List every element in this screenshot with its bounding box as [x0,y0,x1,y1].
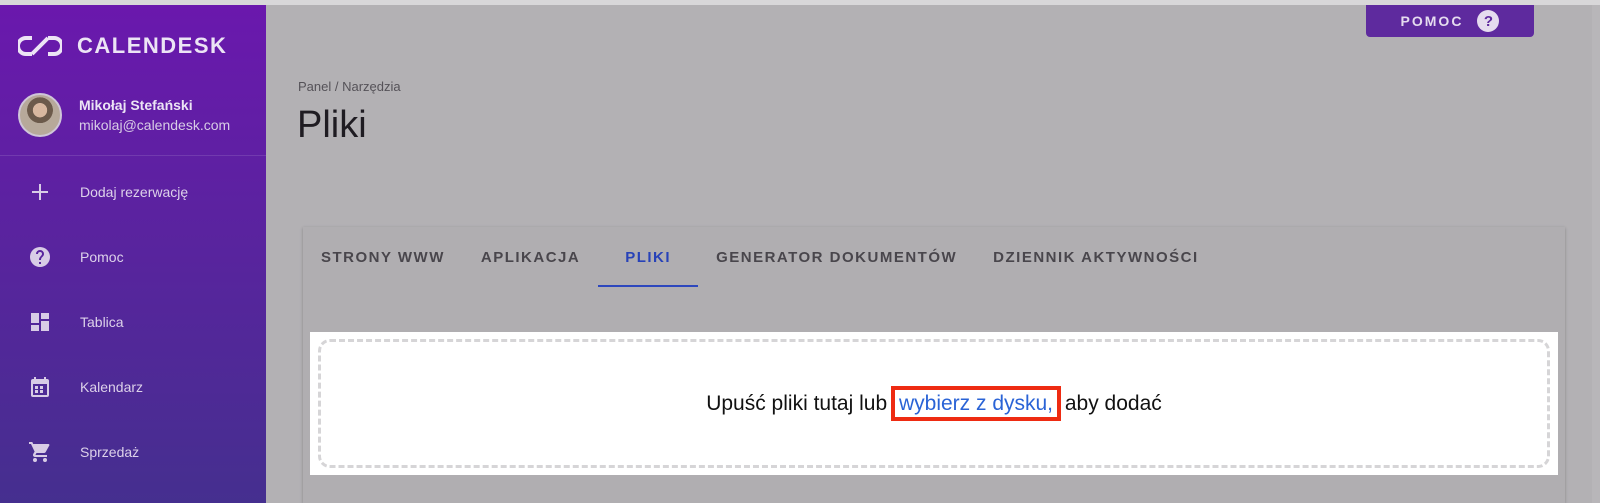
tab-bar: STRONY WWW APLIKACJA PLIKI GENERATOR DOK… [303,227,1217,287]
user-name: Mikołaj Stefański [79,97,193,113]
tab-websites[interactable]: STRONY WWW [303,227,463,287]
tab-application[interactable]: APLIKACJA [463,227,598,287]
sidebar-item-label: Tablica [80,314,124,330]
sidebar-item-sales[interactable]: Sprzedaż [0,432,266,472]
logo-text: CALENDESK [77,33,228,58]
sidebar-item-label: Kalendarz [80,379,144,395]
help-button[interactable]: POMOC ? [1366,5,1534,37]
dropzone-text-before: Upuść pliki tutaj lub [706,391,888,415]
tab-activity-log[interactable]: DZIENNIK AKTYWNOŚCI [975,227,1216,287]
page-title: Pliki [297,104,367,146]
sidebar: CALENDESK Mikołaj Stefański mikolaj@cale… [0,5,266,503]
sidebar-item-dashboard[interactable]: Tablica [0,302,266,342]
calendesk-logo-icon [18,36,62,56]
help-circle-icon: ? [1477,10,1500,32]
sidebar-item-label: Dodaj rezerwację [80,184,189,200]
sidebar-item-calendar[interactable]: Kalendarz [0,367,266,407]
plus-icon [28,180,52,204]
sidebar-item-add-booking[interactable]: Dodaj rezerwację [0,172,266,212]
cart-icon [28,440,52,464]
calendar-icon [28,375,52,399]
avatar[interactable] [18,93,62,137]
help-button-label: POMOC [1400,13,1464,29]
dashboard-icon [28,310,52,334]
user-profile[interactable]: Mikołaj Stefański mikolaj@calendesk.com [18,93,230,137]
dropzone-text-after: aby dodać [1064,391,1162,415]
sidebar-item-label: Pomoc [80,249,124,265]
dropzone-text: Upuść pliki tutaj lub wybierz z dysku, a… [706,385,1162,421]
sidebar-item-help[interactable]: Pomoc [0,237,266,277]
tab-files[interactable]: PLIKI [598,227,698,287]
file-dropzone[interactable]: Upuść pliki tutaj lub wybierz z dysku, a… [310,332,1558,475]
dropzone-border: Upuść pliki tutaj lub wybierz z dysku, a… [318,339,1550,468]
tab-document-generator[interactable]: GENERATOR DOKUMENTÓW [698,227,975,287]
help-icon [28,245,52,269]
logo[interactable]: CALENDESK [18,33,227,59]
user-email: mikolaj@calendesk.com [79,117,231,133]
tools-card: STRONY WWW APLIKACJA PLIKI GENERATOR DOK… [303,227,1565,503]
choose-from-disk-link[interactable]: wybierz z dysku, [890,385,1062,421]
scrollbar[interactable] [1592,5,1600,503]
breadcrumb: Panel / Narzędzia [298,79,401,94]
sidebar-divider [0,155,266,156]
sidebar-item-label: Sprzedaż [80,444,140,460]
